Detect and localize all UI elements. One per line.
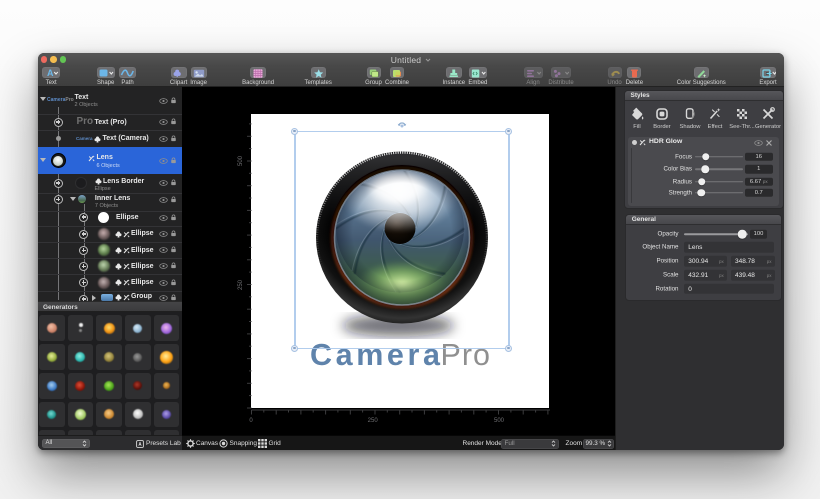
svg-text:A: A <box>47 68 54 78</box>
